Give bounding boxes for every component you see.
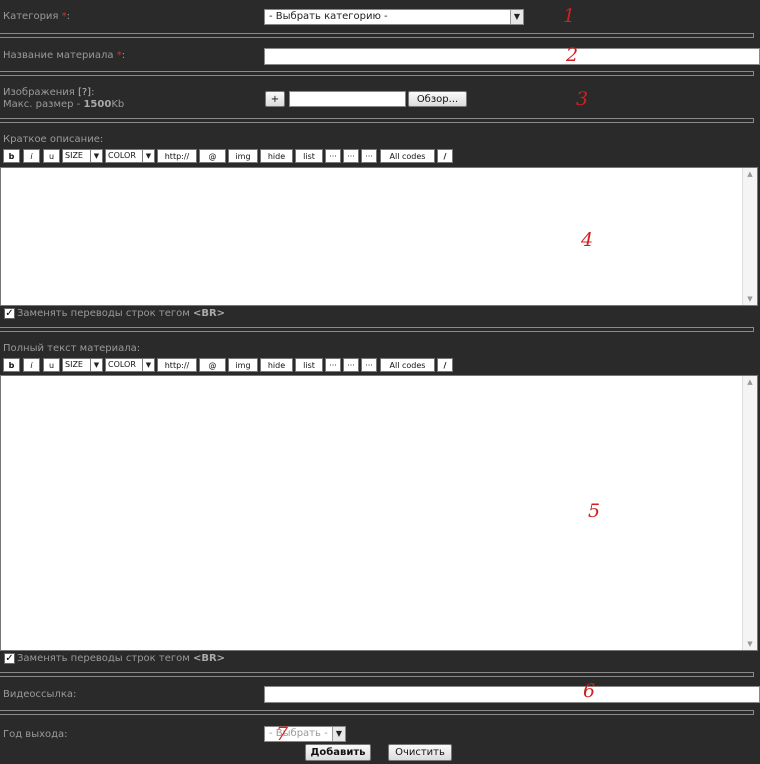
annotation-7: 7 <box>276 723 289 745</box>
all-codes-button[interactable]: All codes <box>380 358 435 372</box>
hide-button[interactable]: hide <box>260 149 293 163</box>
close-tags-button[interactable]: / <box>437 149 453 163</box>
year-label: Год выхода: <box>3 729 68 740</box>
scroll-down-arrow-icon[interactable]: ▼ <box>743 638 757 650</box>
replace-br-label-1: Заменять переводы строк тегом <BR> <box>17 308 226 319</box>
checkmark-icon: ✓ <box>5 308 14 319</box>
chevron-down-icon: ▼ <box>90 150 102 162</box>
email-button[interactable]: @ <box>199 358 226 372</box>
category-label: Категория *: <box>3 11 71 22</box>
video-link-label: Видеоссылка: <box>3 689 77 700</box>
email-button[interactable]: @ <box>199 149 226 163</box>
scrollbar[interactable]: ▲ ▼ <box>742 376 757 650</box>
chevron-down-icon: ▼ <box>510 10 523 24</box>
bold-button[interactable]: b <box>3 149 20 163</box>
url-button[interactable]: http:// <box>157 358 197 372</box>
replace-br-checkbox-2[interactable]: ✓ <box>4 653 15 664</box>
img-button[interactable]: img <box>228 358 258 372</box>
replace-br-label-2: Заменять переводы строк тегом <BR> <box>17 653 226 664</box>
list-button[interactable]: list <box>295 358 323 372</box>
scroll-up-arrow-icon[interactable]: ▲ <box>743 376 757 388</box>
all-codes-button[interactable]: All codes <box>380 149 435 163</box>
video-link-input[interactable] <box>264 686 760 703</box>
url-button[interactable]: http:// <box>157 149 197 163</box>
hide-button[interactable]: hide <box>260 358 293 372</box>
divider <box>0 327 754 332</box>
annotation-5: 5 <box>588 500 601 522</box>
close-tags-button[interactable]: / <box>437 358 453 372</box>
short-description-textarea[interactable]: ▲ ▼ <box>0 167 758 306</box>
submit-button[interactable]: Добавить <box>305 744 371 761</box>
category-select-value: - Выбрать категорию - <box>269 11 388 22</box>
annotation-6: 6 <box>583 680 596 702</box>
divider <box>0 71 754 76</box>
annotation-4: 4 <box>581 229 594 251</box>
more-button-3[interactable]: ··· <box>361 149 377 163</box>
more-button-3[interactable]: ··· <box>361 358 377 372</box>
chevron-down-icon: ▼ <box>332 727 345 741</box>
full-text-label: Полный текст материала: <box>3 343 141 354</box>
size-select[interactable]: SIZE ▼ <box>62 149 103 163</box>
images-label: Изображения [?]: Макс. размер - 1500Kb <box>3 87 125 110</box>
more-button-2[interactable]: ··· <box>343 358 359 372</box>
color-select[interactable]: COLOR ▼ <box>105 149 155 163</box>
more-button-1[interactable]: ··· <box>325 149 341 163</box>
checkmark-icon: ✓ <box>5 653 14 664</box>
img-button[interactable]: img <box>228 149 258 163</box>
image-file-input[interactable] <box>289 91 406 107</box>
scroll-down-arrow-icon[interactable]: ▼ <box>743 293 757 305</box>
divider <box>0 710 754 715</box>
title-label: Название материала *: <box>3 50 126 61</box>
bold-button[interactable]: b <box>3 358 20 372</box>
more-button-2[interactable]: ··· <box>343 149 359 163</box>
more-button-1[interactable]: ··· <box>325 358 341 372</box>
annotation-1: 1 <box>563 5 576 27</box>
divider <box>0 672 754 677</box>
scroll-up-arrow-icon[interactable]: ▲ <box>743 168 757 180</box>
full-text-textarea[interactable]: ▲ ▼ <box>0 375 758 651</box>
category-select[interactable]: - Выбрать категорию - ▼ <box>264 9 524 25</box>
divider <box>0 118 754 123</box>
add-image-button[interactable]: + <box>265 91 285 107</box>
reset-button[interactable]: Очистить <box>388 744 452 761</box>
annotation-3: 3 <box>576 88 589 110</box>
title-input[interactable] <box>264 48 760 65</box>
italic-button[interactable]: i <box>23 149 40 163</box>
color-select[interactable]: COLOR ▼ <box>105 358 155 372</box>
divider <box>0 33 754 38</box>
replace-br-checkbox-1[interactable]: ✓ <box>4 308 15 319</box>
browse-button[interactable]: Обзор... <box>408 91 467 107</box>
short-description-label: Краткое описание: <box>3 134 104 145</box>
annotation-2: 2 <box>566 44 579 66</box>
help-link[interactable]: [?] <box>78 87 91 98</box>
underline-button[interactable]: u <box>43 149 60 163</box>
size-select[interactable]: SIZE ▼ <box>62 358 103 372</box>
chevron-down-icon: ▼ <box>142 359 154 371</box>
chevron-down-icon: ▼ <box>142 150 154 162</box>
chevron-down-icon: ▼ <box>90 359 102 371</box>
scrollbar[interactable]: ▲ ▼ <box>742 168 757 305</box>
italic-button[interactable]: i <box>23 358 40 372</box>
list-button[interactable]: list <box>295 149 323 163</box>
underline-button[interactable]: u <box>43 358 60 372</box>
